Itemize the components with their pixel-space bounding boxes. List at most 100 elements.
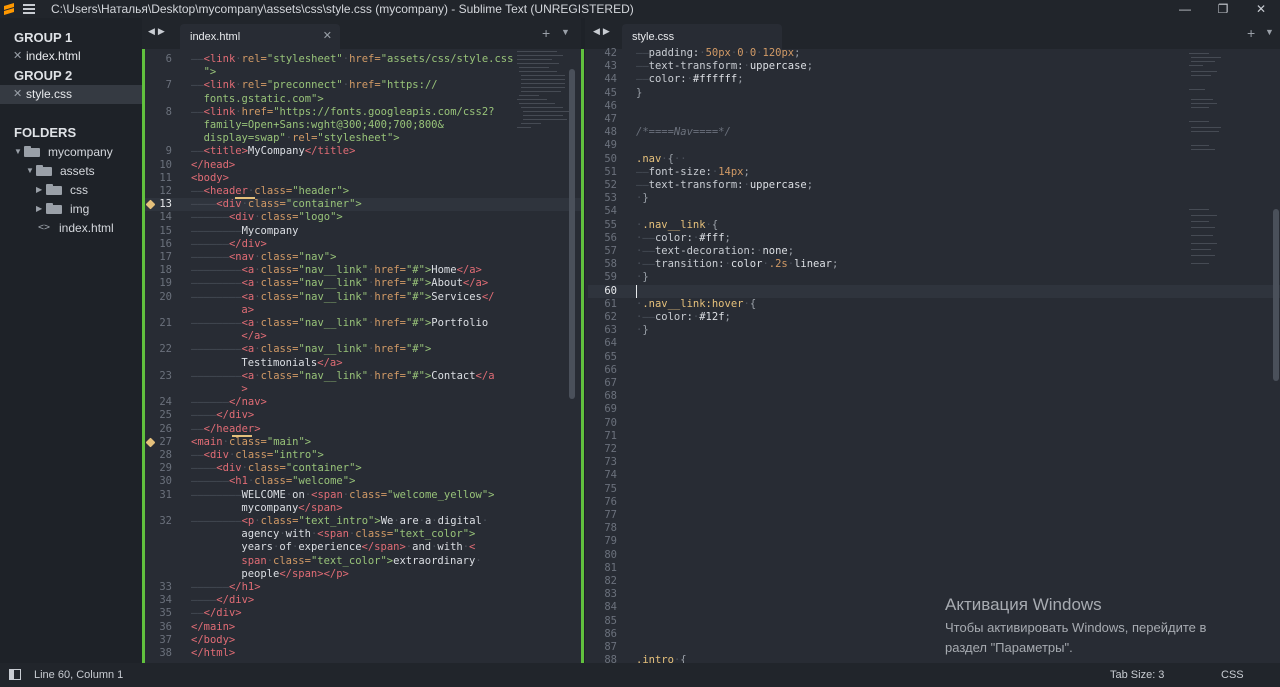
line-number [144,330,172,343]
tree-folder-img[interactable]: ▶ img [0,199,142,218]
code-line: </a> [241,330,266,343]
code-token: span [241,554,267,567]
maximize-button[interactable]: ❐ [1204,0,1242,18]
line-number: 81 [604,561,617,574]
line-number: 70 [604,416,617,429]
code-token: text-decoration: [654,245,757,257]
line-number: 66 [604,363,617,376]
code-line: ——————</nav> [191,396,267,409]
code-token: .nav [636,152,662,165]
line-number: 21 [159,317,172,329]
code-token: </title> [304,145,356,158]
code-area-right[interactable]: 42 ——padding:·50px·0·0·120px; 43 ——text-tra… [585,47,1280,663]
code-line: display=swap"·rel="stylesheet"> [204,132,400,145]
pane-divider-accent [581,49,584,663]
open-file-index-html[interactable]: ✕ index.html [0,47,142,66]
scrollbar-right[interactable] [1273,209,1279,381]
line-number: 59 [604,271,617,284]
code-token: transition: [654,258,725,271]
code-token: —————— [191,581,229,593]
tree-folder-css[interactable]: ▶ css [0,180,142,199]
open-file-style-css[interactable]: ✕ style.css [0,85,142,104]
code-token: </h1> [228,581,261,593]
tab-dropdown-icon[interactable]: ▼ [1265,27,1274,37]
code-line: family=Open+Sans:wght@300;400;700;800& [204,119,444,132]
line-number: 52 [604,179,617,191]
tag-match-underline [232,434,252,437]
line-number: 73 [604,456,617,469]
close-tab-icon[interactable]: ✕ [323,29,332,42]
code-token: color: [654,311,693,323]
scrollbar-left[interactable] [569,69,575,399]
close-button[interactable]: ✕ [1242,0,1280,18]
line-number: 15 [159,224,172,237]
panel-toggle-icon[interactable] [9,669,21,680]
code-token: "#"> [405,343,432,356]
chevron-down-icon[interactable]: ▼ [14,147,24,156]
line-number: 6 [165,53,172,65]
tab-size-selector[interactable]: Tab Size: 3 [1110,669,1164,681]
chevron-right-icon[interactable]: ▶ [36,185,46,194]
chevron-down-icon[interactable]: ▼ [26,166,36,175]
syntax-selector[interactable]: CSS [1221,669,1244,681]
code-line: ——<link·rel="stylesheet"·href="assets/cs… [191,53,513,66]
tab-nav-arrows-icon[interactable]: ◀▶ [148,26,168,37]
window-controls: — ❐ ✕ [1166,0,1280,18]
tree-folder-mycompany[interactable]: ▼ mycompany [0,142,142,161]
code-line: ————————<a·class="nav__link"·href="#">Se… [191,291,495,304]
code-token: href= [349,53,381,65]
code-token: .2s [768,258,788,271]
code-token: </main> [191,620,236,633]
code-token: —— [191,53,204,65]
code-line: ————————<a·class="nav__link"·href="#">Po… [191,317,488,330]
hamburger-menu-icon[interactable] [23,4,35,14]
close-file-icon[interactable]: ✕ [13,85,26,104]
code-token: ———————— [191,515,242,527]
line-number: 8 [165,105,172,118]
code-token: <title> [203,145,248,158]
code-token: href= [374,290,406,303]
text-caret [636,284,637,298]
code-token: "text_intro"> [298,515,381,527]
minimize-button[interactable]: — [1166,0,1204,18]
tab-dropdown-icon[interactable]: ▼ [561,27,570,37]
tree-file-index-html[interactable]: <> index.html [0,218,142,237]
new-tab-plus-icon[interactable]: + [542,25,550,41]
code-token: ; [806,179,814,191]
code-line: </body> [191,634,235,647]
code-token: href= [374,264,406,277]
code-token: class= [254,185,293,197]
tree-folder-assets[interactable]: ▼ assets [0,161,142,180]
code-token: href= [374,317,406,329]
minimap-right[interactable] [1185,49,1245,289]
code-line: ——<link·rel="preconnect"·href="https:// [191,79,438,92]
tab-style-css[interactable]: style.css [622,24,782,49]
code-area-left[interactable]: 6 ——<link·rel="stylesheet"·href="assets/c… [142,49,581,663]
code-token: 120px [762,47,795,59]
tab-index-html[interactable]: index.html ✕ [180,24,340,49]
code-token: <a [241,277,255,290]
code-token: "nav"> [298,251,337,263]
code-line: ——color:·#ffffff; [636,73,744,86]
code-token: Mycompany [241,224,299,237]
code-token: "container"> [285,462,362,475]
line-number: 78 [604,522,617,535]
code-token: color: [648,73,687,86]
code-token: </a> [456,264,482,277]
code-token: ———————— [191,277,242,290]
close-file-icon[interactable]: ✕ [13,47,26,66]
windows-activation-watermark: Активация Windows Чтобы активировать Win… [945,595,1206,658]
code-token: </span></p> [279,567,349,580]
code-token: years [241,541,273,554]
minimap-left[interactable] [515,49,575,169]
new-tab-plus-icon[interactable]: + [1247,25,1255,41]
line-number: 75 [604,482,617,495]
code-token: <a [241,343,255,356]
line-number: 60 [604,284,617,297]
code-token: ·—— [636,258,655,271]
tab-nav-arrows-icon[interactable]: ◀▶ [593,26,613,37]
chevron-right-icon[interactable]: ▶ [36,204,46,213]
code-token: ———————— [191,343,242,356]
code-line: a> [241,304,254,317]
code-token: text-transform: [648,60,744,73]
